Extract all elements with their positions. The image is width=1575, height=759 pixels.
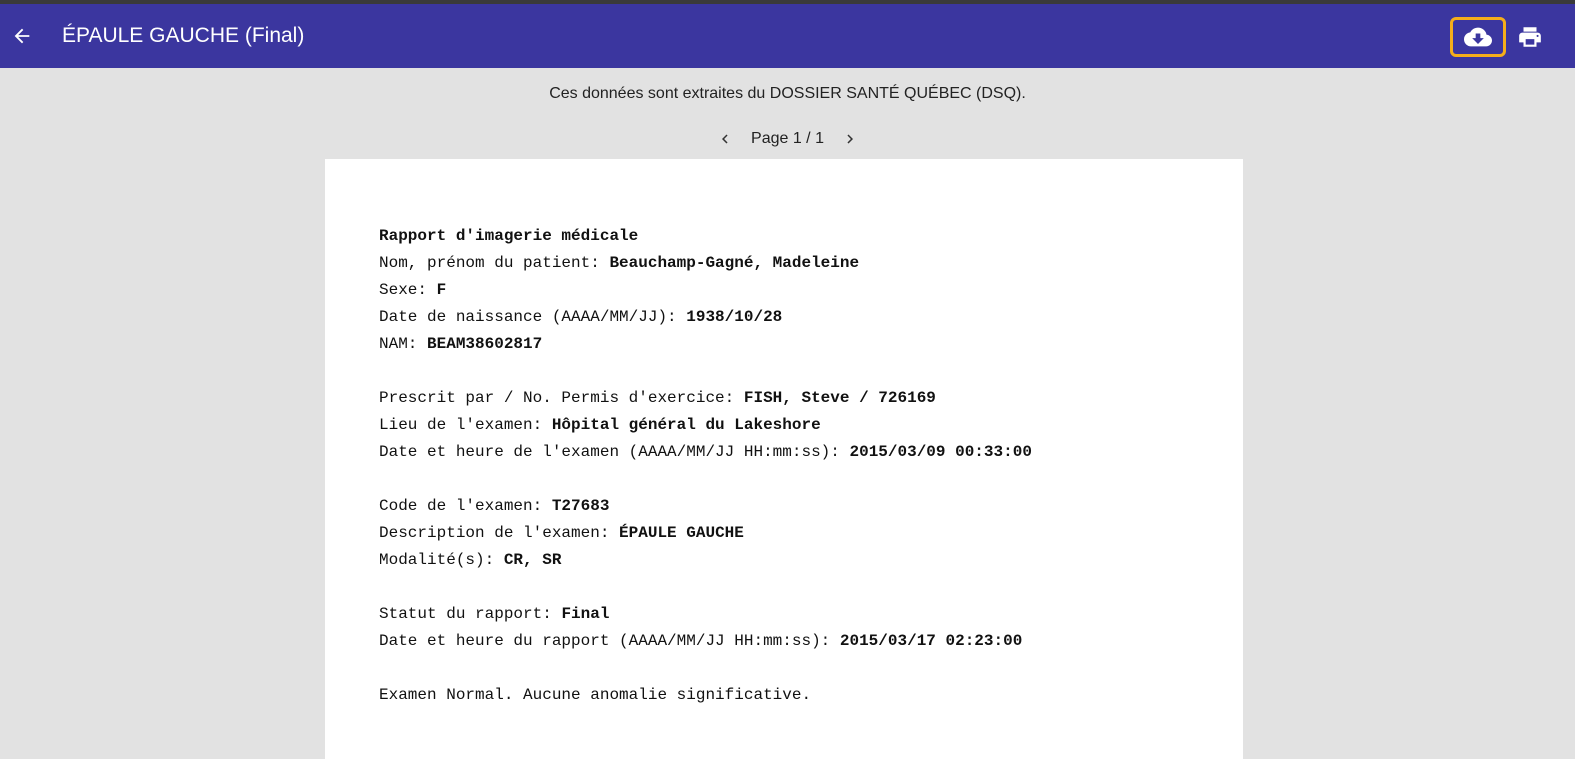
field-value: FISH, Steve / 726169 (743, 389, 936, 407)
source-note: Ces données sont extraites du DOSSIER SA… (549, 85, 1026, 102)
printer-icon (1519, 27, 1541, 47)
field-value: 2015/03/17 02:23:00 (839, 632, 1023, 650)
field-label: Lieu de l'examen: (379, 416, 552, 434)
field-label: Date de naissance (AAAA/MM/JJ): (379, 308, 687, 326)
report-title: Rapport d'imagerie médicale (379, 227, 639, 245)
next-page-button[interactable] (838, 128, 862, 150)
modality-row: Modalité(s): CR, SR (379, 547, 1199, 574)
exam-code-row: Code de l'examen: T27683 (379, 493, 1199, 520)
report-body: Rapport d'imagerie médicale Nom, prénom … (379, 223, 1199, 709)
report-datetime-row: Date et heure du rapport (AAAA/MM/JJ HH:… (379, 628, 1199, 655)
field-label: Statut du rapport: (379, 605, 562, 623)
page-indicator: Page 1 / 1 (751, 130, 824, 147)
field-value: T27683 (551, 497, 610, 515)
status-row: Statut du rapport: Final (379, 601, 1199, 628)
field-value: ÉPAULE GAUCHE (619, 524, 744, 542)
print-button[interactable] (1512, 20, 1548, 54)
exam-datetime-row: Date et heure de l'examen (AAAA/MM/JJ HH… (379, 439, 1199, 466)
page-title: ÉPAULE GAUCHE (Final) (62, 24, 305, 47)
document-page: Rapport d'imagerie médicale Nom, prénom … (325, 159, 1243, 759)
field-value: CR, SR (503, 551, 562, 569)
app-bar: ÉPAULE GAUCHE (Final) (0, 4, 1575, 68)
field-label: Code de l'examen: (379, 497, 552, 515)
conclusion-text: Examen Normal. Aucune anomalie significa… (379, 686, 812, 704)
field-value: Hôpital général du Lakeshore (551, 416, 821, 434)
exam-desc-row: Description de l'examen: ÉPAULE GAUCHE (379, 520, 1199, 547)
field-value: 2015/03/09 00:33:00 (849, 443, 1032, 461)
field-value: Final (561, 605, 610, 623)
field-label: Date et heure du rapport (AAAA/MM/JJ HH:… (379, 632, 840, 650)
pager: Page 1 / 1 (0, 128, 1575, 150)
field-value: BEAM38602817 (427, 335, 543, 353)
field-value: F (436, 281, 447, 299)
download-button[interactable] (1450, 17, 1506, 57)
field-label: Nom, prénom du patient: (379, 254, 610, 272)
back-button[interactable] (6, 20, 38, 52)
cloud-download-icon (1464, 27, 1492, 47)
prescriber-row: Prescrit par / No. Permis d'exercice: FI… (379, 385, 1199, 412)
field-label: Prescrit par / No. Permis d'exercice: (379, 389, 744, 407)
dob-row: Date de naissance (AAAA/MM/JJ): 1938/10/… (379, 304, 1199, 331)
field-label: Description de l'examen: (379, 524, 620, 542)
field-label: Date et heure de l'examen (AAAA/MM/JJ HH… (379, 443, 850, 461)
sex-row: Sexe: F (379, 277, 1199, 304)
location-row: Lieu de l'examen: Hôpital général du Lak… (379, 412, 1199, 439)
patient-name-row: Nom, prénom du patient: Beauchamp-Gagné,… (379, 250, 1199, 277)
field-value: 1938/10/28 (686, 308, 783, 326)
nam-row: NAM: BEAM38602817 (379, 331, 1199, 358)
chevron-right-icon (847, 134, 853, 144)
previous-page-button[interactable] (713, 128, 737, 150)
field-label: NAM: (379, 335, 428, 353)
field-value: Beauchamp-Gagné, Madeleine (609, 254, 860, 272)
arrow-left-icon (14, 28, 30, 44)
field-label: Modalité(s): (379, 551, 504, 569)
chevron-left-icon (722, 134, 728, 144)
field-label: Sexe: (379, 281, 437, 299)
